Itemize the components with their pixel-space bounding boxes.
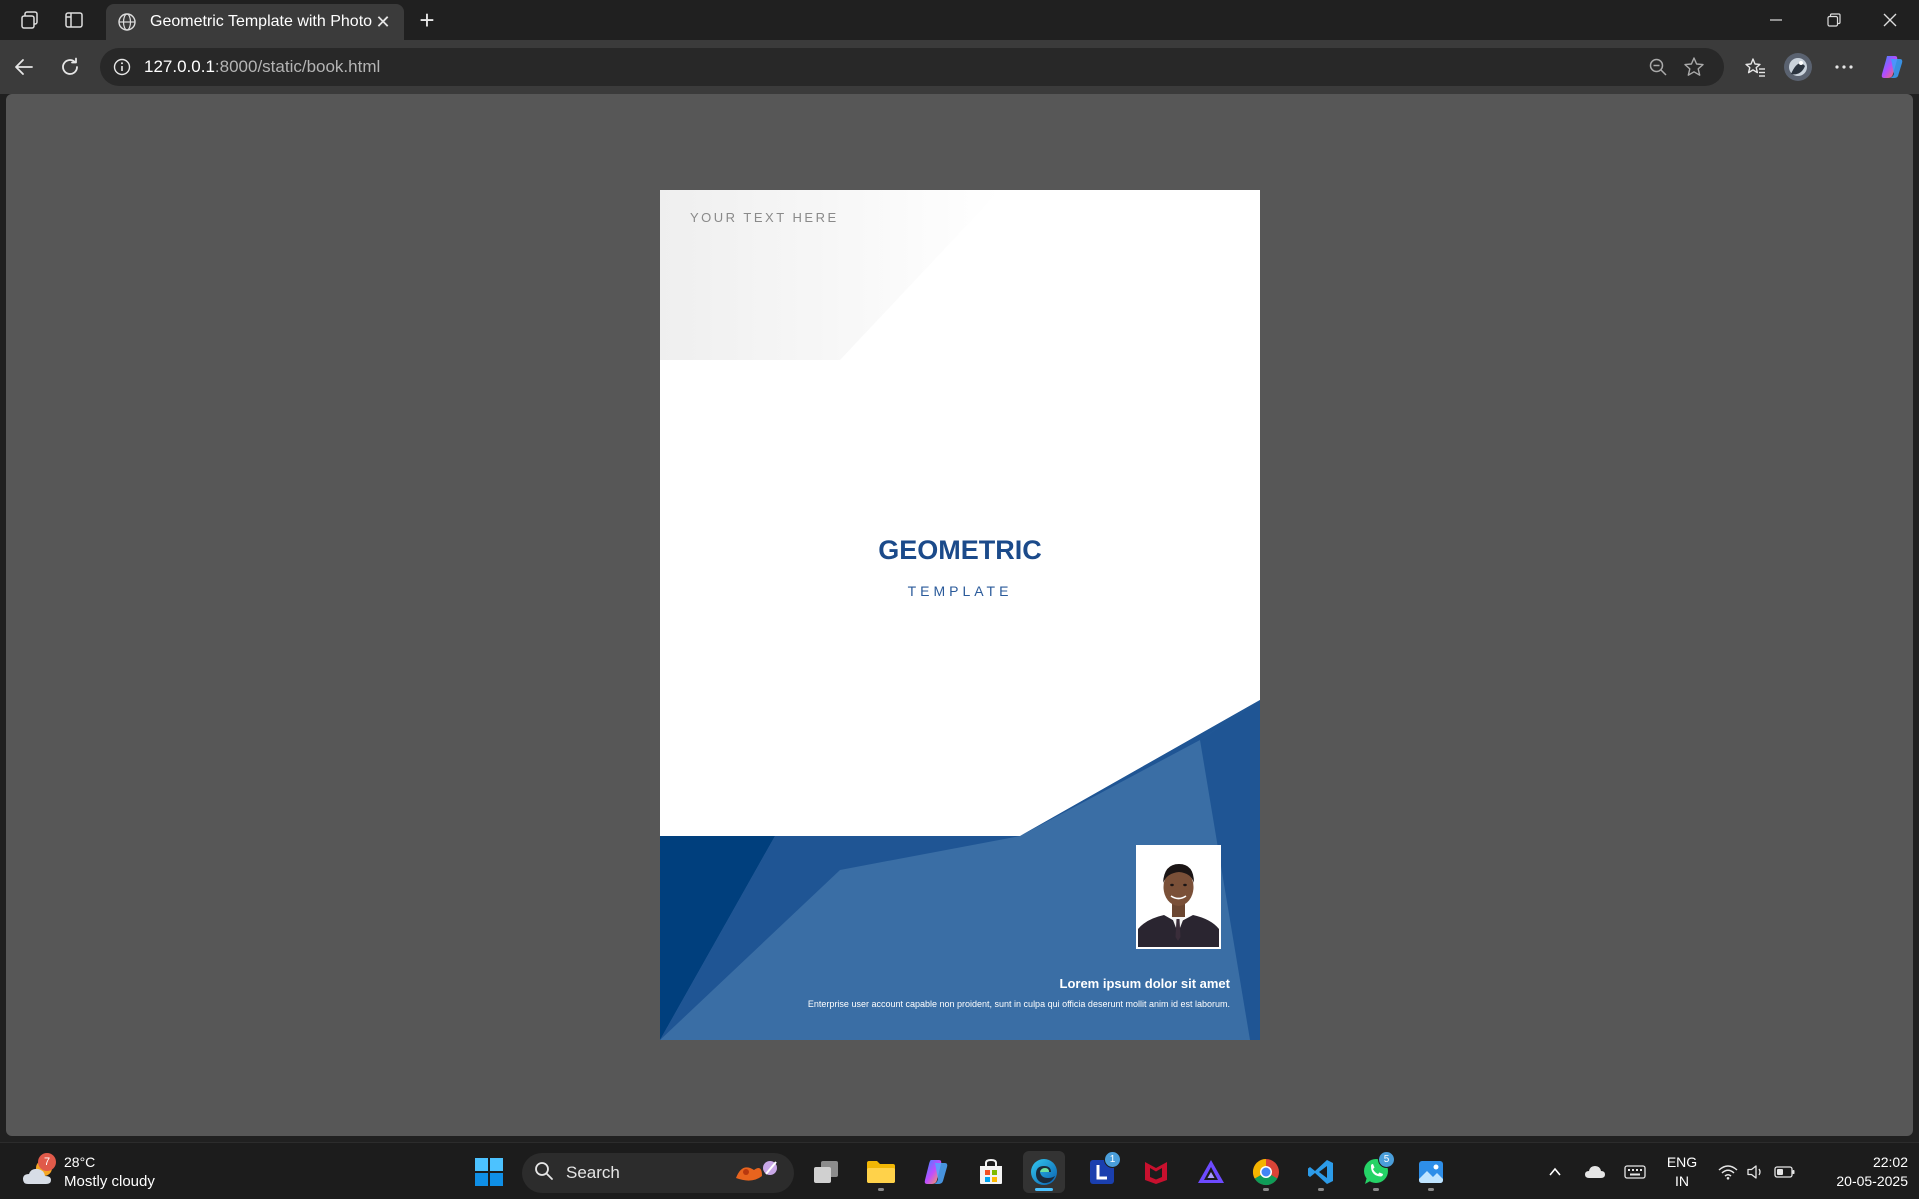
more-options-icon[interactable] xyxy=(1824,49,1864,85)
proton-vpn-icon[interactable] xyxy=(1190,1151,1232,1193)
url-path: :8000/static/book.html xyxy=(214,57,381,76)
language-region: IN xyxy=(1675,1173,1689,1189)
mcafee-icon[interactable] xyxy=(1135,1151,1177,1193)
taskbar: 7 28°C Mostly cloudy Search 1 5 ENG IN 2… xyxy=(0,1142,1919,1199)
copilot-app-icon[interactable] xyxy=(915,1151,957,1193)
task-view-icon[interactable] xyxy=(805,1151,847,1193)
language-indicator[interactable]: ENG IN xyxy=(1662,1153,1702,1191)
running-indicator xyxy=(1428,1188,1434,1191)
search-label: Search xyxy=(566,1163,620,1182)
close-tab-icon[interactable]: ✕ xyxy=(372,11,394,33)
onedrive-cloud-icon[interactable] xyxy=(1580,1151,1610,1193)
tab-title: Geometric Template with Photo xyxy=(150,13,372,30)
running-indicator xyxy=(1263,1188,1269,1191)
active-tab[interactable]: Geometric Template with Photo ✕ xyxy=(106,4,404,40)
globe-icon xyxy=(116,11,138,33)
url-host: 127.0.0.1 xyxy=(144,57,215,76)
navigation-bar: 127.0.0.1:8000/static/book.html xyxy=(0,40,1919,94)
weather-condition: Mostly cloudy xyxy=(64,1173,155,1190)
file-explorer-icon[interactable] xyxy=(860,1151,902,1193)
volume-icon[interactable] xyxy=(1741,1151,1771,1193)
whatsapp-icon[interactable]: 5 xyxy=(1355,1151,1397,1193)
language-code: ENG xyxy=(1666,1154,1698,1170)
page-viewport: YOUR TEXT HERE GEOMETRIC TEMPLATE Lorem … xyxy=(6,94,1913,1136)
running-indicator xyxy=(1373,1188,1379,1191)
profile-avatar[interactable] xyxy=(1778,49,1818,85)
active-indicator xyxy=(1035,1188,1053,1191)
clock[interactable]: 22:02 20-05-2025 xyxy=(1812,1153,1908,1191)
copilot-icon[interactable] xyxy=(1872,49,1912,85)
edge-browser-icon[interactable] xyxy=(1023,1151,1065,1193)
restore-button[interactable] xyxy=(1805,0,1863,40)
address-bar[interactable]: 127.0.0.1:8000/static/book.html xyxy=(100,48,1724,86)
favorite-star-icon[interactable] xyxy=(1676,52,1712,82)
chrome-icon[interactable] xyxy=(1245,1151,1287,1193)
start-button[interactable] xyxy=(468,1151,510,1193)
microsoft-store-icon[interactable] xyxy=(970,1151,1012,1193)
back-button[interactable] xyxy=(6,49,42,85)
keyboard-icon[interactable] xyxy=(1620,1151,1650,1193)
caption-text: Enterprise user account capable non proi… xyxy=(807,999,1230,1009)
taskbar-search[interactable]: Search xyxy=(522,1153,794,1193)
site-info-icon[interactable] xyxy=(112,57,132,77)
close-window-button[interactable] xyxy=(1861,0,1919,40)
search-icon xyxy=(534,1161,554,1186)
new-tab-button[interactable]: + xyxy=(410,5,444,35)
refresh-button[interactable] xyxy=(52,49,88,85)
zoom-out-icon[interactable] xyxy=(1640,52,1676,82)
tab-strip: Geometric Template with Photo ✕ + xyxy=(0,0,1919,40)
profile-photo xyxy=(1136,845,1221,949)
weather-badge: 7 xyxy=(38,1153,56,1171)
search-highlight-icon xyxy=(732,1156,782,1191)
caption-title: Lorem ipsum dolor sit amet xyxy=(1059,976,1230,991)
wifi-icon[interactable] xyxy=(1713,1151,1743,1193)
minimize-button[interactable] xyxy=(1747,0,1805,40)
whatsapp-badge: 5 xyxy=(1378,1151,1395,1168)
vscode-icon[interactable] xyxy=(1300,1151,1342,1193)
battery-icon[interactable] xyxy=(1770,1151,1800,1193)
photos-icon[interactable] xyxy=(1410,1151,1452,1193)
l-app-icon[interactable]: 1 xyxy=(1081,1151,1123,1193)
clock-date: 20-05-2025 xyxy=(1836,1173,1908,1189)
vertical-tabs-icon[interactable] xyxy=(56,4,92,36)
running-indicator xyxy=(878,1188,884,1191)
weather-temperature: 28°C xyxy=(64,1154,96,1170)
running-indicator xyxy=(1318,1188,1324,1191)
weather-widget[interactable]: 7 28°C Mostly cloudy xyxy=(20,1151,170,1193)
workspaces-icon[interactable] xyxy=(12,4,48,36)
url-text[interactable]: 127.0.0.1:8000/static/book.html xyxy=(144,57,1640,77)
favorites-icon[interactable] xyxy=(1735,49,1775,85)
clock-time: 22:02 xyxy=(1872,1154,1908,1170)
l-app-badge: 1 xyxy=(1104,1151,1121,1168)
book-cover-page: YOUR TEXT HERE GEOMETRIC TEMPLATE Lorem … xyxy=(660,190,1260,1040)
show-hidden-icons-chevron-icon[interactable] xyxy=(1540,1151,1570,1193)
